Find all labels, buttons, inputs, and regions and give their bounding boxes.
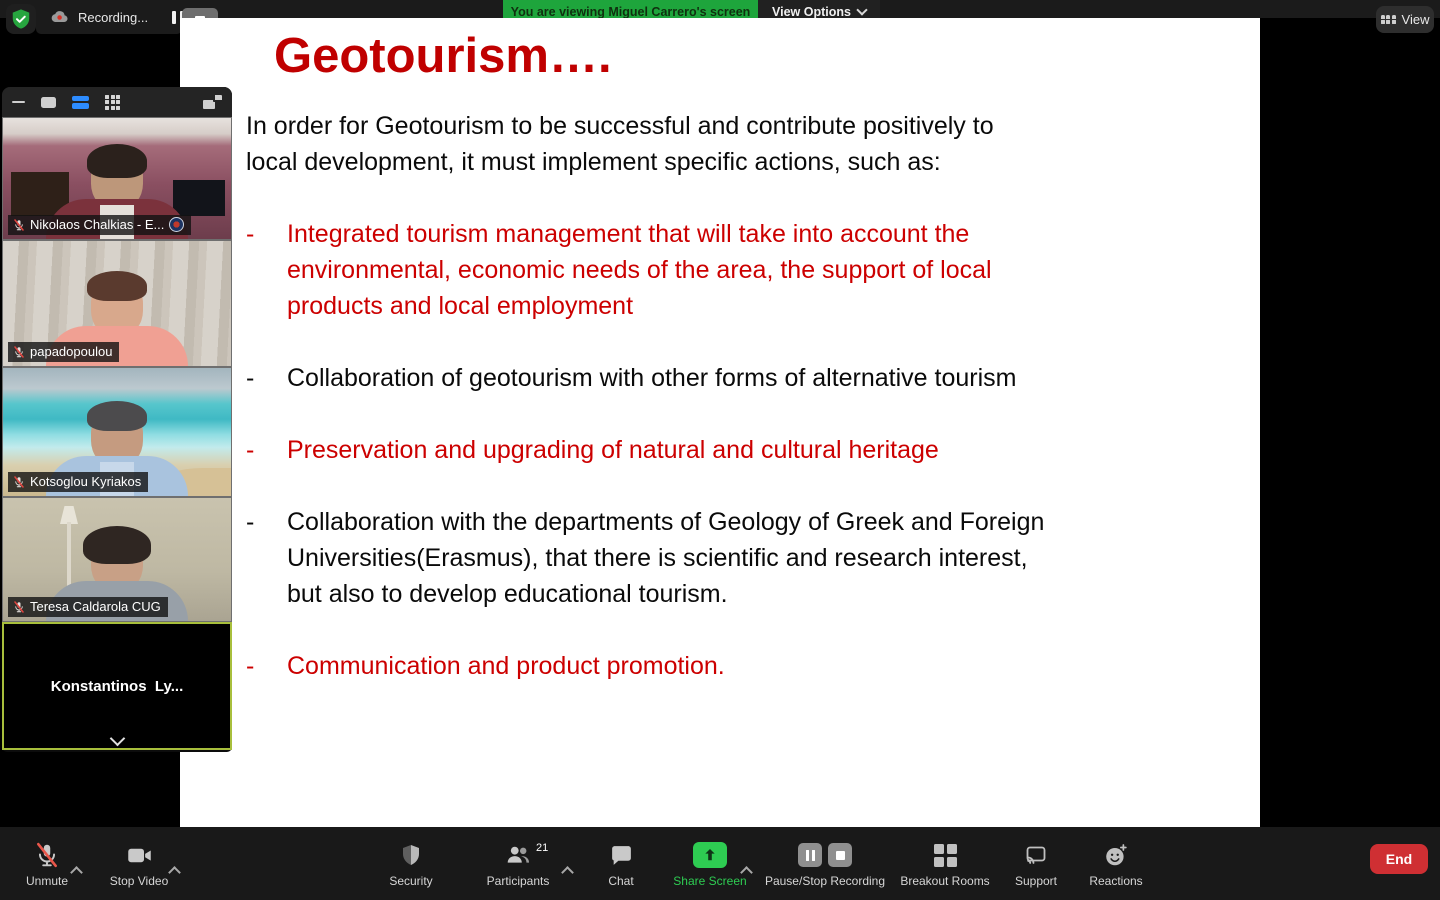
mic-muted-icon (14, 600, 24, 613)
slide-bullet-2: - Collaboration of geotourism with other… (246, 360, 1181, 396)
slide-title: Geotourism…. (274, 29, 612, 83)
participant-name-tag: Kotsoglou Kyriakos (8, 472, 149, 492)
participant-tile-nikolaos[interactable]: Nikolaos Chalkias - E... (2, 117, 232, 240)
popout-layout-button[interactable] (203, 95, 222, 109)
filmstrip-header (2, 87, 232, 117)
pause-stop-recording-label: Pause/Stop Recording (764, 874, 886, 888)
breakout-rooms-label: Breakout Rooms (900, 874, 990, 888)
chevron-up-icon (70, 866, 83, 879)
share-screen-label: Share Screen (673, 874, 747, 888)
speaker-view-button[interactable] (41, 96, 56, 108)
participants-options-caret[interactable] (561, 864, 574, 882)
slide-bullet-1: - Integrated tourism management that wil… (246, 216, 1181, 324)
bullet-marker: - (246, 220, 255, 248)
speaker-view-icon (41, 96, 56, 108)
view-button[interactable]: View (1376, 6, 1434, 33)
participants-button[interactable]: 21 Participants (478, 841, 558, 897)
share-options-caret[interactable] (740, 864, 753, 882)
support-cast-icon (1026, 846, 1046, 864)
participant-name-tag: Nikolaos Chalkias - E... (8, 215, 192, 235)
popout-layout-icon (203, 95, 222, 109)
participant-name: papadopoulou (30, 344, 113, 359)
chevron-up-icon (561, 866, 574, 879)
security-label: Security (389, 874, 433, 888)
chevron-up-icon (168, 866, 181, 879)
chevron-down-icon (109, 730, 125, 747)
cloud-recording-icon (51, 11, 68, 23)
support-button[interactable]: Support (1006, 841, 1066, 897)
participants-label: Participants (486, 874, 550, 888)
slide-bullet-5: - Communication and product promotion. (246, 648, 1181, 684)
participants-count-badge: 21 (536, 842, 549, 854)
participant-name: Konstantinos Ly... (50, 677, 184, 695)
meeting-security-shield-button[interactable] (6, 4, 36, 34)
slide-bullet-4: - Collaboration with the departments of … (246, 504, 1181, 612)
chat-bubble-icon (611, 845, 631, 865)
mic-muted-icon (14, 345, 24, 358)
slide-body: In order for Geotourism to be successful… (246, 108, 1181, 684)
participant-name: Teresa Caldarola CUG (30, 599, 161, 614)
slide-bullet-3: - Preservation and upgrading of natural … (246, 432, 1181, 468)
share-screen-icon (693, 842, 727, 868)
participants-icon (507, 846, 530, 863)
bullet-marker: - (246, 508, 255, 536)
participant-name-tag: papadopoulou (8, 342, 120, 362)
mic-muted-icon (14, 218, 24, 231)
participants-filmstrip-panel: Nikolaos Chalkias - E... papadopoulou Ko… (2, 87, 232, 752)
end-meeting-button[interactable]: End (1370, 844, 1428, 874)
stop-recording-icon (828, 843, 852, 867)
pause-recording-icon (798, 843, 822, 867)
chevron-up-icon (740, 866, 753, 879)
view-grid-icon (1380, 14, 1396, 25)
minimize-icon (12, 100, 25, 104)
video-options-caret[interactable] (168, 864, 181, 882)
participant-name: Kotsoglou Kyriakos (30, 474, 142, 489)
bullet-marker: - (246, 364, 255, 392)
participant-tile-papadopoulou[interactable]: papadopoulou (2, 240, 232, 367)
meeting-toolbar: Unmute Stop Video Security 21 Participan… (0, 827, 1440, 900)
gallery-view-button[interactable] (105, 94, 120, 110)
camera-icon (127, 848, 151, 862)
strip-view-icon (72, 95, 89, 109)
participant-logo-badge (169, 217, 185, 232)
breakout-rooms-button[interactable]: Breakout Rooms (898, 841, 992, 897)
stop-video-button[interactable]: Stop Video (104, 841, 174, 897)
mic-muted-icon (14, 475, 24, 488)
bullet-marker: - (246, 436, 255, 464)
participant-tile-kotsoglou[interactable]: Kotsoglou Kyriakos (2, 367, 232, 497)
participant-tile-teresa[interactable]: Teresa Caldarola CUG (2, 497, 232, 622)
chat-button[interactable]: Chat (592, 841, 650, 897)
view-label: View (1401, 12, 1430, 27)
gallery-grid-icon (105, 94, 120, 110)
zoom-meeting-window: Recording... You are viewing Miguel Carr… (0, 0, 1440, 900)
reactions-button[interactable]: Reactions (1083, 841, 1149, 897)
audio-options-caret[interactable] (70, 864, 83, 882)
strip-view-button[interactable] (72, 95, 89, 109)
filmstrip-scroll-down-button[interactable] (4, 730, 230, 747)
unmute-label: Unmute (25, 874, 69, 888)
shield-check-icon (12, 9, 30, 29)
security-button[interactable]: Security (378, 841, 444, 897)
security-shield-icon (403, 845, 419, 865)
bullet-marker: - (246, 652, 255, 680)
recording-label: Recording... (78, 9, 149, 25)
view-options-label: View Options (772, 4, 851, 19)
recording-indicator: Recording... (36, 0, 182, 34)
shared-screen-slide: Geotourism…. In order for Geotourism to … (180, 18, 1260, 827)
unmute-button[interactable]: Unmute (14, 841, 80, 897)
stop-video-label: Stop Video (109, 874, 169, 888)
participant-name: Nikolaos Chalkias - E... (30, 217, 165, 232)
chat-label: Chat (608, 874, 634, 888)
reactions-label: Reactions (1089, 874, 1143, 888)
mic-muted-icon (37, 842, 57, 868)
breakout-rooms-icon (933, 843, 957, 867)
support-label: Support (1014, 874, 1058, 888)
participant-tile-konstantinos[interactable]: Konstantinos Ly... (2, 622, 232, 750)
participant-name-tag: Teresa Caldarola CUG (8, 597, 168, 617)
slide-intro-paragraph: In order for Geotourism to be successful… (246, 112, 994, 176)
minimize-panel-button[interactable] (12, 100, 25, 104)
reactions-smiley-icon (1106, 844, 1127, 866)
chevron-down-icon (856, 3, 868, 16)
pause-stop-recording-button[interactable]: Pause/Stop Recording (764, 841, 886, 897)
